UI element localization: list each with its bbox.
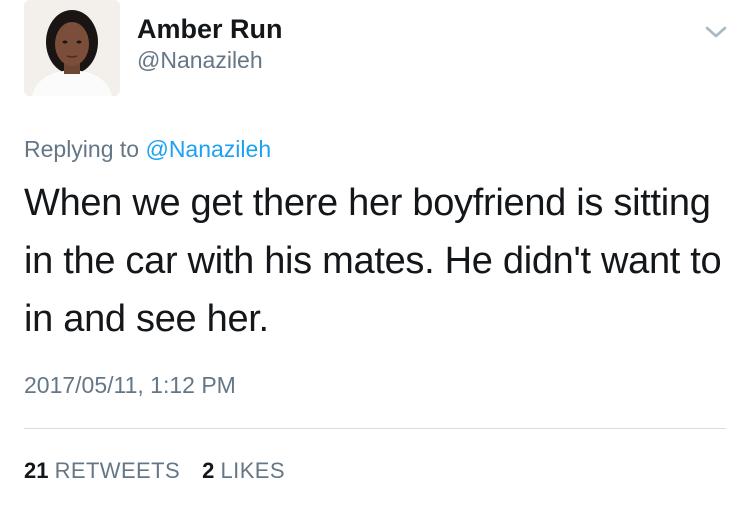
retweets-stat[interactable]: 21 RETWEETS: [24, 458, 180, 484]
replying-to: Replying to @Nanazileh: [24, 136, 271, 163]
replying-to-label: Replying to: [24, 136, 146, 162]
retweets-count: 21: [24, 458, 49, 483]
retweets-label: RETWEETS: [54, 458, 181, 483]
chevron-down-icon[interactable]: [704, 24, 728, 40]
likes-count: 2: [202, 458, 215, 483]
avatar-photo: [24, 0, 120, 96]
tweet-timestamp[interactable]: 2017/05/11, 1:12 PM: [24, 372, 236, 399]
avatar[interactable]: [24, 0, 120, 96]
author-name[interactable]: Amber Run: [137, 14, 283, 45]
tweet-text: When we get there her boyfriend is sitti…: [24, 182, 722, 340]
likes-stat[interactable]: 2 LIKES: [202, 458, 285, 484]
divider: [24, 428, 726, 429]
author-handle[interactable]: @Nanazileh: [137, 47, 263, 74]
likes-label: LIKES: [220, 458, 285, 483]
tweet-stats: 21 RETWEETS 2 LIKES: [24, 458, 301, 484]
reply-mention-link[interactable]: @Nanazileh: [145, 136, 271, 162]
